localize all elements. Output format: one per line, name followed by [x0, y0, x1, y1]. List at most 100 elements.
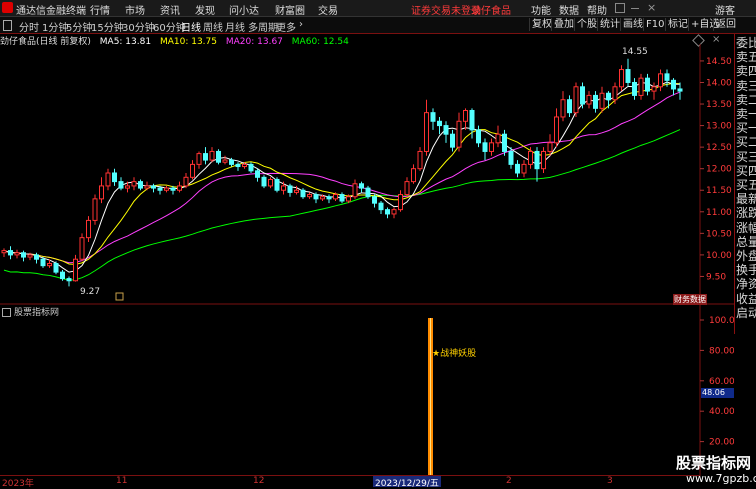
ind-tick-3: 40.00	[709, 407, 734, 417]
quote-field-10: 买五	[736, 178, 756, 192]
ma5-path	[3, 81, 680, 273]
menu-shuju[interactable]: 数据	[559, 2, 579, 17]
candle-body	[105, 172, 111, 187]
candle-body	[281, 185, 286, 191]
candle-body	[300, 189, 306, 198]
candle-body	[372, 196, 377, 204]
candle-body	[222, 159, 228, 163]
price-axis: 14.50 14.00 13.50 13.00 12.50 12.00 11.50 11.00…	[700, 57, 732, 282]
period-30min[interactable]: 30分钟	[122, 19, 155, 34]
candle-body	[411, 168, 416, 183]
quote-field-16: 换手	[736, 263, 756, 278]
quote-side-panel: 委比 卖五 卖四 卖三 卖二 卖一 买一 买二 买三 买四 买五 最新 涨跌 涨幅 总量 外盘 换手 净资 收益 启动	[734, 34, 756, 334]
high-price-label: 14.55	[622, 47, 648, 57]
financial-data-tag[interactable]: 财务数据	[673, 294, 707, 305]
quote-field-3: 卖三	[736, 78, 756, 93]
period-toolbar: 分时 1分钟 5分钟 15分钟 30分钟 60分钟 日线 周线 月线 多周期 更…	[0, 17, 756, 34]
ma5-line	[3, 81, 680, 273]
candle-body	[333, 194, 338, 200]
maximize-icon[interactable]	[615, 3, 625, 13]
candle-body	[443, 125, 449, 135]
candle-body	[268, 178, 273, 187]
candle-body	[671, 79, 676, 90]
date-nov: 11	[116, 476, 128, 486]
candle-body	[339, 194, 345, 202]
kline-chart[interactable]: 14.50 14.00 13.50 13.00 12.50 12.00 11.50 11.00…	[0, 44, 734, 306]
ma60-path	[3, 129, 681, 281]
date-mar: 3	[607, 476, 613, 486]
menu-hangqing[interactable]: 行情	[90, 2, 110, 17]
btn-diejia[interactable]: 叠加	[551, 18, 576, 31]
candle-body	[144, 185, 150, 189]
guest-label[interactable]: 游客	[715, 2, 735, 17]
btn-tongji[interactable]: 统计	[597, 18, 622, 31]
btn-back[interactable]: 返回	[713, 18, 738, 31]
quote-field-0: 委比	[736, 36, 756, 50]
candle-body	[177, 185, 182, 191]
quote-field-14: 总量	[736, 234, 756, 249]
btn-gegu[interactable]: 个股	[574, 18, 599, 31]
ma10-path	[3, 82, 681, 265]
ind-tick-2: 60.00	[709, 377, 734, 387]
candle-body	[313, 194, 319, 200]
menu-bangzhu[interactable]: 帮助	[587, 2, 607, 17]
menu-shichang[interactable]: 市场	[125, 2, 145, 17]
candle-body	[209, 150, 215, 161]
candle-body	[359, 183, 364, 189]
menu-caifuquan[interactable]: 财富圈	[275, 2, 305, 17]
panel-toggle-icon[interactable]	[3, 20, 12, 31]
candle-body	[320, 196, 325, 200]
period-15min[interactable]: 15分钟	[91, 19, 124, 34]
menu-jiaoyi[interactable]: 交易	[318, 2, 338, 17]
period-weekly[interactable]: 周线	[203, 19, 223, 34]
candle-body	[489, 142, 494, 152]
quote-field-12: 涨跌	[736, 206, 756, 221]
period-monthly[interactable]: 月线	[225, 19, 245, 34]
indicator-chart[interactable]: 100.00 80.00 60.00 40.00 20.00	[0, 306, 734, 476]
date-start: 2023年	[2, 479, 34, 489]
period-more[interactable]: 更多	[276, 19, 296, 34]
menu-gongneng[interactable]: 功能	[531, 2, 551, 17]
ma60-line	[3, 129, 681, 281]
candle-body	[612, 86, 618, 101]
date-axis: 2023年 11 12 2023/12/29/五 2 3	[0, 475, 700, 489]
menu-faxian[interactable]: 发现	[195, 2, 215, 17]
candle-body	[645, 77, 650, 92]
btn-biaoji[interactable]: 标记	[665, 18, 690, 31]
minimize-icon[interactable]	[631, 8, 639, 9]
ind-tick-4: 20.00	[709, 438, 734, 448]
candle-body	[625, 69, 631, 83]
close-icon[interactable]: ×	[647, 1, 656, 14]
price-tick-8: 10.50	[706, 229, 732, 239]
ind-tick-1: 80.00	[709, 346, 734, 356]
candle-body	[482, 142, 488, 152]
candle-body	[619, 69, 624, 88]
candle-body	[242, 163, 247, 168]
quote-field-15: 外盘	[736, 249, 756, 263]
candle-body	[255, 170, 260, 178]
candle-body	[8, 250, 13, 256]
btn-f10[interactable]: F10	[643, 18, 666, 31]
candle-body	[580, 86, 585, 105]
btn-huaxian[interactable]: 画线	[620, 18, 645, 31]
period-1min[interactable]: 1分钟	[42, 19, 68, 34]
ma10-line	[3, 82, 681, 265]
period-daily[interactable]: 日线	[181, 19, 201, 34]
quote-field-19[interactable]: 启动	[736, 306, 756, 320]
candle-body	[86, 219, 91, 239]
chevron-right-icon[interactable]: ›	[299, 19, 303, 30]
menu-wenxiaoda[interactable]: 问小达	[229, 2, 259, 17]
quote-field-4: 卖二	[736, 92, 756, 107]
candle-body	[235, 163, 241, 168]
candle-body	[404, 181, 410, 196]
candle-body	[554, 116, 559, 144]
candle-body	[586, 94, 592, 105]
candle-body	[125, 185, 130, 189]
event-marker-icon[interactable]	[115, 292, 124, 301]
period-5min[interactable]: 5分钟	[66, 19, 92, 34]
period-fenshi[interactable]: 分时	[19, 19, 39, 34]
signal-bar-highlight	[430, 318, 431, 475]
period-multi[interactable]: 多周期	[248, 19, 278, 34]
candle-body	[632, 81, 637, 96]
menu-zixun[interactable]: 资讯	[160, 2, 180, 17]
